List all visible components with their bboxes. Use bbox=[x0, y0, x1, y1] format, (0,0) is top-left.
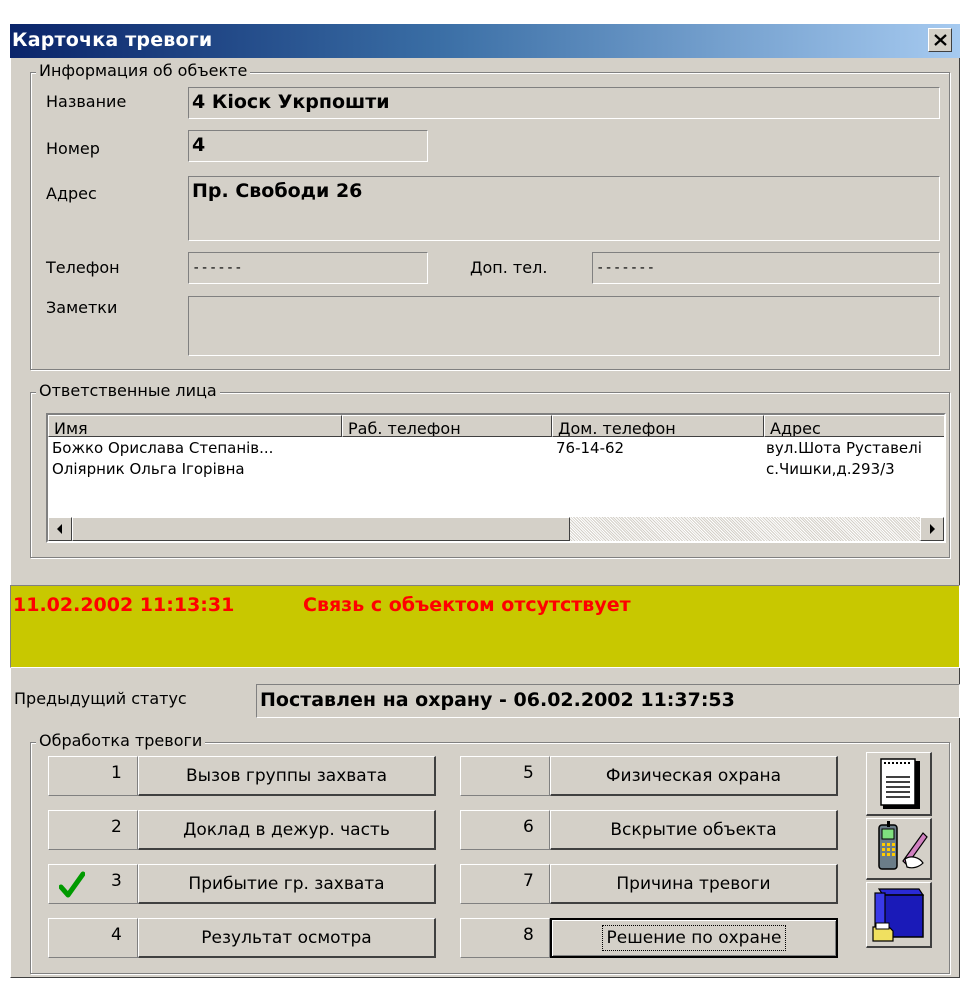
previous-status-label: Предыдущий статус bbox=[14, 689, 187, 708]
phone-note-icon bbox=[878, 821, 928, 870]
column-header-name[interactable]: Имя bbox=[48, 415, 342, 437]
name-value: 4 Кіоск Укрпошти bbox=[192, 91, 390, 113]
alarm-banner: 11.02.2002 11:13:31 Связь с объектом отс… bbox=[10, 585, 960, 668]
phone-field: ------ bbox=[188, 252, 428, 284]
step-2-number: 2 bbox=[111, 817, 122, 837]
step-2-label: Доклад в дежур. часть bbox=[183, 820, 390, 840]
row-1-name[interactable]: Божко Орислава Степанів... bbox=[52, 439, 342, 457]
step-4-number: 4 bbox=[111, 925, 122, 945]
step-7-label: Причина тревоги bbox=[616, 874, 771, 894]
step-1-button[interactable]: Вызов группы захвата bbox=[138, 756, 436, 796]
title-bar: Карточка тревоги bbox=[10, 24, 960, 58]
close-button[interactable] bbox=[928, 28, 952, 52]
responsible-legend: Ответственные лица bbox=[36, 381, 220, 400]
step-7-cell: 7 bbox=[460, 864, 550, 904]
horizontal-scrollbar[interactable] bbox=[48, 517, 944, 541]
row-2-address[interactable]: с.Чишки,д.293/3 bbox=[766, 460, 944, 478]
archive-box-icon bbox=[872, 888, 925, 942]
scroll-thumb[interactable] bbox=[72, 517, 570, 541]
step-4-label: Результат осмотра bbox=[201, 928, 372, 948]
step-4-button[interactable]: Результат осмотра bbox=[138, 918, 436, 958]
address-field: Пр. Свободи 26 bbox=[188, 176, 940, 241]
notes-label: Заметки bbox=[46, 298, 118, 317]
step-8-number: 8 bbox=[523, 925, 534, 945]
step-7-number: 7 bbox=[523, 871, 534, 891]
row-2-name[interactable]: Оліярник Ольга Ігорівна bbox=[52, 460, 342, 478]
step-5-label: Физическая охрана bbox=[605, 766, 782, 786]
step-4-cell: 4 bbox=[48, 918, 138, 958]
column-header-home-phone[interactable]: Дом. телефон bbox=[552, 415, 764, 437]
row-1-home-phone[interactable]: 76-14-62 bbox=[556, 439, 756, 457]
processing-legend: Обработка тревоги bbox=[36, 731, 206, 750]
step-3-button[interactable]: Прибытие гр. захвата bbox=[138, 864, 436, 904]
step-6-button[interactable]: Вскрытие объекта bbox=[550, 810, 838, 850]
step-8-label: Решение по охране bbox=[601, 925, 787, 951]
alarm-time: 11.02.2002 11:13:31 bbox=[13, 594, 235, 616]
arrow-right-icon bbox=[930, 524, 935, 534]
phone-note-button[interactable] bbox=[866, 818, 932, 880]
extra-phone-field: ------- bbox=[592, 252, 940, 284]
step-5-button[interactable]: Физическая охрана bbox=[550, 756, 838, 796]
step-2-button[interactable]: Доклад в дежур. часть bbox=[138, 810, 436, 850]
previous-status-field: Поставлен на охрану - 06.02.2002 11:37:5… bbox=[256, 684, 960, 718]
step-8-button[interactable]: Решение по охране bbox=[550, 918, 838, 958]
step-2-cell: 2 bbox=[48, 810, 138, 850]
arrow-left-icon bbox=[57, 524, 62, 534]
step-6-label: Вскрытие объекта bbox=[610, 820, 777, 840]
step-6-cell: 6 bbox=[460, 810, 550, 850]
step-5-number: 5 bbox=[523, 763, 534, 783]
step-5-cell: 5 bbox=[460, 756, 550, 796]
address-label: Адрес bbox=[46, 184, 97, 203]
address-value: Пр. Свободи 26 bbox=[192, 180, 363, 202]
extra-phone-label: Доп. тел. bbox=[470, 258, 548, 277]
responsible-list[interactable]: Имя Раб. телефон Дом. телефон Адрес Божк… bbox=[46, 413, 946, 543]
step-1-cell: 1 bbox=[48, 756, 138, 796]
notes-field bbox=[188, 296, 940, 356]
phone-label: Телефон bbox=[46, 258, 120, 277]
close-icon bbox=[934, 34, 947, 46]
column-header-work-phone[interactable]: Раб. телефон bbox=[342, 415, 552, 437]
notepad-icon bbox=[880, 758, 920, 809]
number-label: Номер bbox=[46, 139, 100, 158]
previous-status-value: Поставлен на охрану - 06.02.2002 11:37:5… bbox=[260, 689, 735, 711]
phone-value: ------ bbox=[192, 260, 243, 276]
column-header-address[interactable]: Адрес bbox=[764, 415, 944, 437]
step-1-number: 1 bbox=[111, 763, 122, 783]
name-label: Название bbox=[46, 92, 127, 111]
number-value: 4 bbox=[192, 134, 206, 156]
step-3-cell: 3 bbox=[48, 864, 138, 904]
row-1-address[interactable]: вул.Шота Руставелі bbox=[766, 439, 944, 457]
step-7-button[interactable]: Причина тревоги bbox=[550, 864, 838, 904]
step-6-number: 6 bbox=[523, 817, 534, 837]
name-field: 4 Кіоск Укрпошти bbox=[188, 87, 940, 119]
step-1-label: Вызов группы захвата bbox=[185, 766, 388, 786]
number-field: 4 bbox=[188, 130, 428, 162]
scroll-left-button[interactable] bbox=[48, 517, 72, 541]
step-8-cell: 8 bbox=[460, 918, 550, 958]
step-3-label: Прибытие гр. захвата bbox=[188, 874, 385, 894]
window-title: Карточка тревоги bbox=[12, 29, 213, 51]
extra-phone-value: ------- bbox=[596, 260, 656, 276]
scroll-track[interactable] bbox=[570, 517, 920, 541]
checkmark-icon bbox=[58, 871, 86, 904]
notepad-button[interactable] bbox=[866, 752, 932, 816]
archive-box-button[interactable] bbox=[866, 882, 932, 948]
step-3-number: 3 bbox=[111, 871, 122, 891]
scroll-right-button[interactable] bbox=[920, 517, 944, 541]
object-info-legend: Информация об объекте bbox=[36, 61, 251, 80]
alarm-message: Связь с объектом отсутствует bbox=[303, 594, 631, 616]
